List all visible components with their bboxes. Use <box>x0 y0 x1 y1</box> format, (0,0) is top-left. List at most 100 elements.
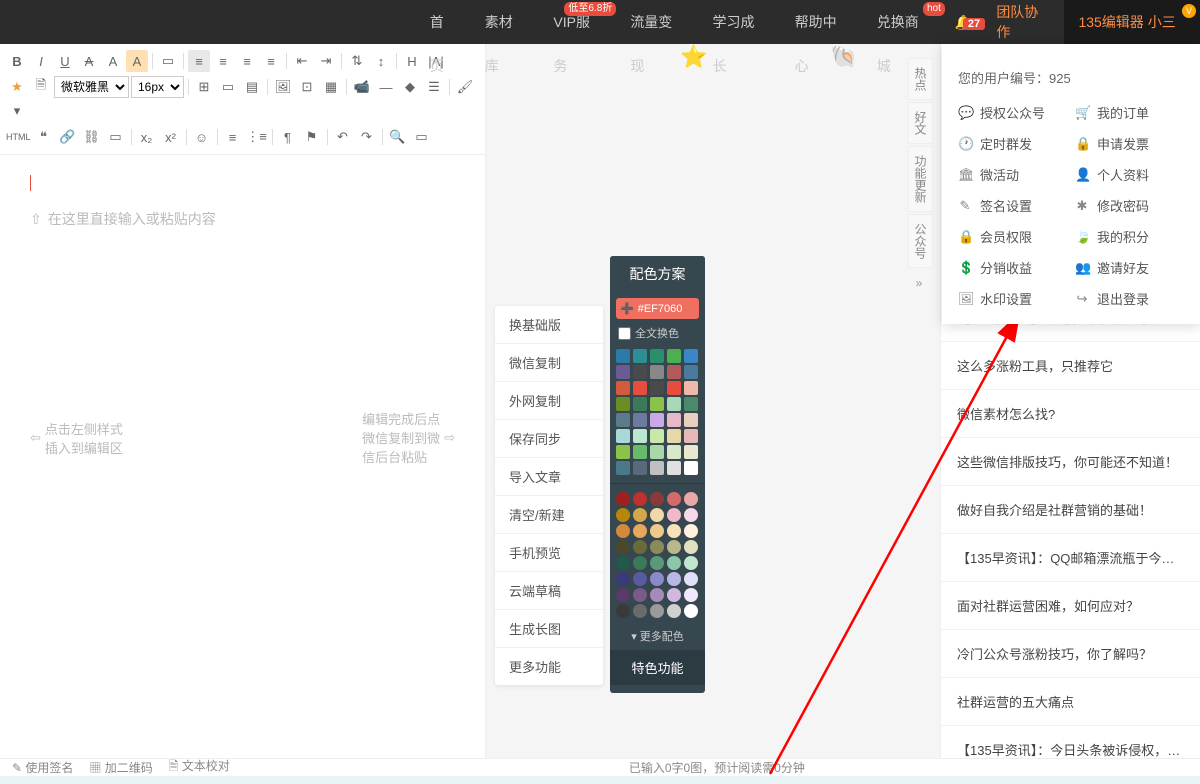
color-swatch[interactable] <box>667 588 681 602</box>
shape-btn[interactable]: ◆ <box>399 76 421 98</box>
color-swatch[interactable] <box>616 445 630 459</box>
nav-materials[interactable]: 素材库 <box>471 0 540 44</box>
user-menu-item[interactable]: 🍃我的积分 <box>1075 227 1184 246</box>
color-swatch[interactable] <box>667 572 681 586</box>
special-features[interactable]: 特色功能 <box>610 650 705 685</box>
color-swatch[interactable] <box>667 445 681 459</box>
color-swatch[interactable] <box>684 604 698 618</box>
fulltext-checkbox[interactable]: 全文换色 <box>618 325 697 341</box>
color-swatch[interactable] <box>650 397 664 411</box>
color-swatch[interactable] <box>650 540 664 554</box>
color-swatch[interactable] <box>684 508 698 522</box>
side-action-btn[interactable]: 云端草稿 <box>495 572 603 610</box>
user-menu-item[interactable]: 💲分销收益 <box>958 258 1067 277</box>
user-menu-item[interactable]: 🔒申请发票 <box>1075 134 1184 153</box>
side-action-btn[interactable]: 生成长图 <box>495 610 603 648</box>
news-item[interactable]: 【135早资讯】：QQ邮箱漂流瓶于今天… <box>941 534 1200 582</box>
more-colors[interactable]: ▾ 更多配色 <box>610 622 705 650</box>
unlink-btn[interactable]: ⛓ <box>81 126 103 148</box>
redo-btn[interactable]: ↷ <box>356 126 378 148</box>
color-swatch[interactable] <box>684 492 698 506</box>
highlight-btn[interactable]: ▭ <box>157 50 179 72</box>
bg-color-btn[interactable]: A <box>126 50 148 72</box>
vertical-tab[interactable]: 热点 <box>908 58 933 100</box>
underline-btn[interactable]: U <box>54 50 76 72</box>
align-left-btn[interactable]: ≡ <box>188 50 210 72</box>
color-swatch[interactable] <box>650 349 664 363</box>
color-swatch[interactable] <box>616 365 630 379</box>
color-swatch[interactable] <box>616 429 630 443</box>
para-btn[interactable]: ¶ <box>277 126 299 148</box>
nav-help[interactable]: 帮助中心 <box>781 0 863 44</box>
file-btn[interactable]: 🗎 <box>30 76 52 98</box>
color-swatch[interactable] <box>684 397 698 411</box>
color-swatch[interactable] <box>684 349 698 363</box>
align-right-btn[interactable]: ≡ <box>236 50 258 72</box>
color-swatch[interactable] <box>633 381 647 395</box>
news-item[interactable]: 做好自我介绍是社群营销的基础！ <box>941 486 1200 534</box>
vertical-tab[interactable]: 功能更新 <box>908 146 933 212</box>
color-swatch[interactable] <box>616 556 630 570</box>
user-menu-item[interactable]: 🔒会员权限 <box>958 227 1067 246</box>
color-swatch[interactable] <box>616 461 630 475</box>
color-swatch[interactable] <box>667 413 681 427</box>
nav-team[interactable]: 团队协作 <box>982 2 1064 42</box>
color-swatch[interactable] <box>616 492 630 506</box>
color-swatch[interactable] <box>616 540 630 554</box>
side-action-btn[interactable]: 更多功能 <box>495 648 603 685</box>
color-swatch[interactable] <box>650 492 664 506</box>
quote-btn[interactable]: ❝ <box>33 126 55 148</box>
color-swatch[interactable] <box>633 365 647 379</box>
current-color[interactable]: ➕ #EF7060 <box>616 298 699 319</box>
align-justify-btn[interactable]: ≡ <box>260 50 282 72</box>
color-swatch[interactable] <box>650 524 664 538</box>
color-swatch[interactable] <box>633 445 647 459</box>
preview-btn[interactable]: ▭ <box>411 126 433 148</box>
user-menu-item[interactable]: 🛒我的订单 <box>1075 103 1184 122</box>
color-swatch[interactable] <box>667 540 681 554</box>
color-swatch[interactable] <box>684 556 698 570</box>
sign-btn[interactable]: ✎ 使用签名 <box>12 759 73 776</box>
font-family-select[interactable]: 微软雅黑 <box>54 76 129 98</box>
side-action-btn[interactable]: 微信复制 <box>495 344 603 382</box>
color-swatch[interactable] <box>684 429 698 443</box>
color-swatch[interactable] <box>684 365 698 379</box>
sup-btn[interactable]: x² <box>160 126 182 148</box>
news-item[interactable]: 面对社群运营困难，如何应对？ <box>941 582 1200 630</box>
color-swatch[interactable] <box>633 524 647 538</box>
color-swatch[interactable] <box>684 381 698 395</box>
font-color-btn[interactable]: A <box>102 50 124 72</box>
color-swatch[interactable] <box>684 524 698 538</box>
font-size-select[interactable]: 16px <box>131 76 184 98</box>
color-swatch[interactable] <box>667 397 681 411</box>
color-swatch[interactable] <box>684 572 698 586</box>
user-menu-trigger[interactable]: 135编辑器 小三儿V <box>1064 0 1200 44</box>
news-item[interactable]: 微信素材怎么找? <box>941 390 1200 438</box>
html-btn[interactable]: HTML <box>6 126 31 148</box>
color-swatch[interactable] <box>650 413 664 427</box>
color-swatch[interactable] <box>633 508 647 522</box>
user-menu-item[interactable]: ✎签名设置 <box>958 196 1067 215</box>
color-swatch[interactable] <box>633 492 647 506</box>
italic-btn[interactable]: I <box>30 50 52 72</box>
nav-traffic[interactable]: 流量变现 <box>616 0 698 44</box>
news-item[interactable]: 【135早资讯】：今日头条被诉侵权，… <box>941 726 1200 758</box>
bold-btn[interactable]: B <box>6 50 28 72</box>
color-swatch[interactable] <box>650 604 664 618</box>
undo-btn[interactable]: ↶ <box>332 126 354 148</box>
sub-btn[interactable]: x₂ <box>136 126 158 148</box>
nav-vip[interactable]: VIP服务低至6.8折 <box>539 0 616 44</box>
nav-learn[interactable]: 学习成长 <box>698 0 780 44</box>
side-action-btn[interactable]: 换基础版 <box>495 306 603 344</box>
color-swatch[interactable] <box>650 556 664 570</box>
emoji-btn[interactable]: ☺ <box>191 126 213 148</box>
color-swatch[interactable] <box>633 461 647 475</box>
color-swatch[interactable] <box>633 397 647 411</box>
color-swatch[interactable] <box>616 524 630 538</box>
check-btn[interactable]: 🗎 文本校对 <box>169 757 230 778</box>
strike-btn[interactable]: A <box>78 50 100 72</box>
color-swatch[interactable] <box>650 461 664 475</box>
color-swatch[interactable] <box>667 524 681 538</box>
user-menu-item[interactable]: 👤个人资料 <box>1075 165 1184 184</box>
color-swatch[interactable] <box>650 508 664 522</box>
